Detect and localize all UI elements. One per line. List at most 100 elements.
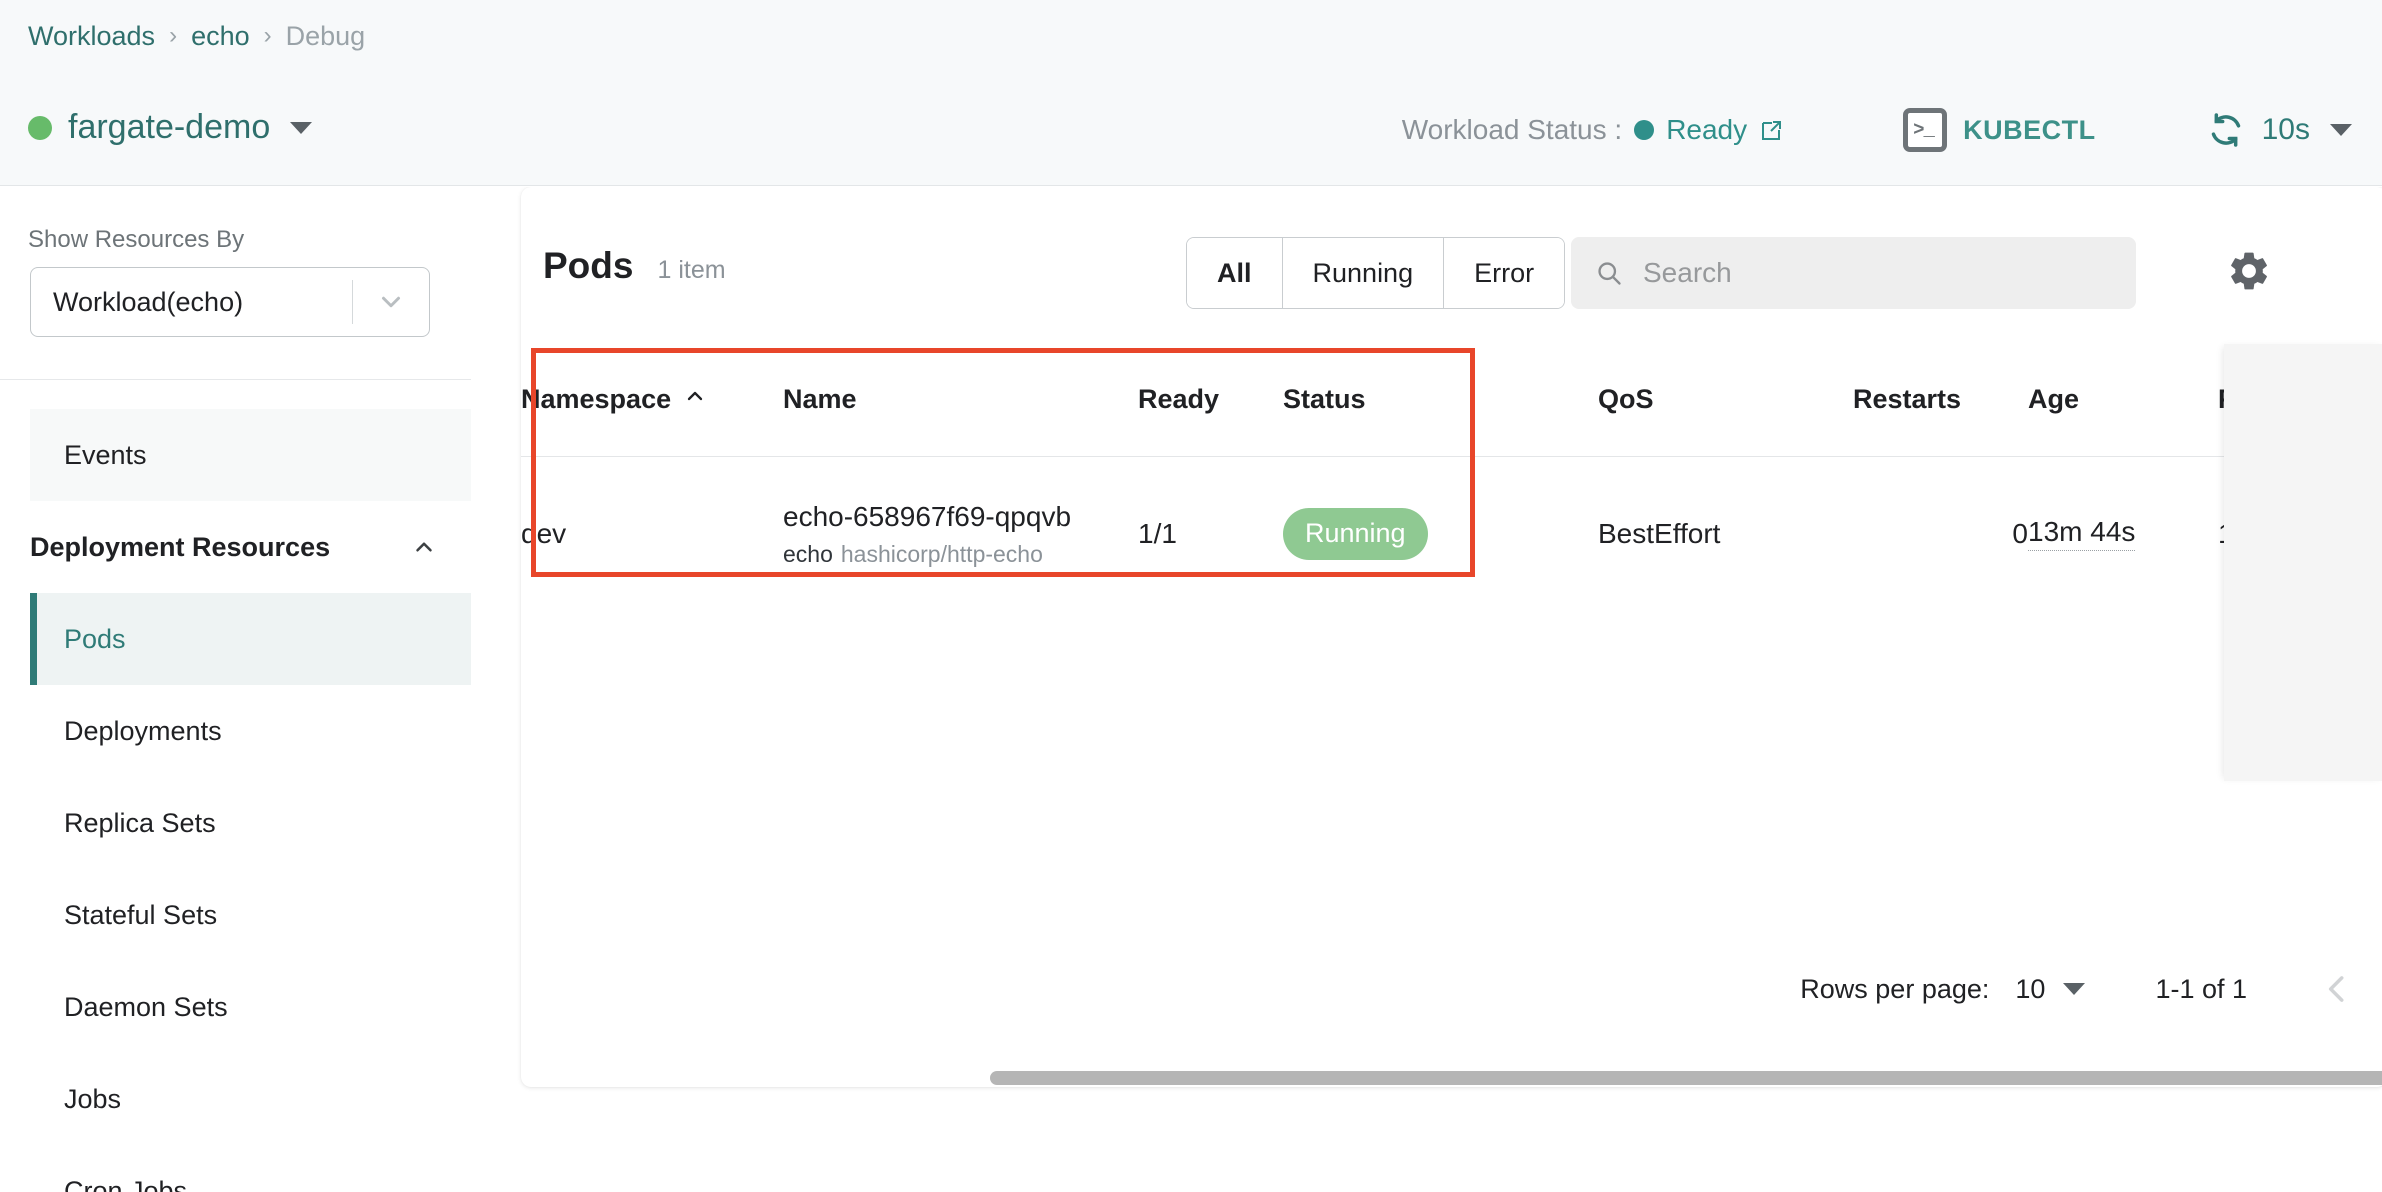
table-body: dev echo-658967f69-qpqvb echo hashicorp/h…	[521, 456, 2382, 611]
breadcrumb-item-workloads[interactable]: Workloads	[28, 21, 155, 52]
column-label: Namespace	[521, 384, 672, 415]
sidebar-item-label: Events	[64, 439, 147, 470]
breadcrumb-item-echo[interactable]: echo	[191, 21, 250, 52]
search-box[interactable]	[1571, 237, 2136, 309]
workload-status-dot-icon	[1634, 120, 1655, 140]
cluster-status-dot-icon	[28, 115, 52, 140]
horizontal-scrollbar-thumb[interactable]	[990, 1071, 2382, 1085]
sidebar-divider	[0, 379, 471, 380]
table-settings-button[interactable]	[2221, 243, 2277, 299]
page-title: Pods	[543, 245, 634, 286]
resource-scope-select[interactable]: Workload(echo)	[30, 267, 430, 337]
cluster-selector[interactable]: fargate-demo	[28, 108, 313, 147]
column-header-namespace[interactable]: Namespace	[521, 344, 783, 457]
table-header-row: Namespace Name Ready Status QoS Restarts…	[521, 344, 2382, 457]
column-header-pod-ip[interactable]: Pod IP	[2218, 344, 2382, 457]
chevron-down-icon[interactable]	[2063, 983, 2086, 995]
chevron-down-icon[interactable]	[353, 287, 429, 317]
sidebar-section-label: Deployment Resources	[30, 531, 331, 562]
search-input[interactable]	[1643, 257, 2136, 289]
breadcrumb-item-debug: Debug	[285, 21, 366, 51]
cluster-name-label: fargate-demo	[68, 108, 271, 146]
sidebar-item-stateful-sets[interactable]: Stateful Sets	[30, 869, 471, 961]
resource-scope-value: Workload(echo)	[53, 286, 244, 317]
kubectl-button[interactable]: KUBECTL	[1903, 108, 2096, 152]
table-head: Namespace Name Ready Status QoS Restarts…	[521, 344, 2382, 457]
search-icon	[1595, 259, 1623, 287]
pagination-bar: Rows per page: 10 1-1 of 1	[521, 934, 2382, 1044]
sidebar-item-label: Pods	[64, 623, 126, 654]
sidebar-item-daemon-sets[interactable]: Daemon Sets	[30, 961, 471, 1053]
pods-table-scroll[interactable]: Namespace Name Ready Status QoS Restarts…	[521, 344, 2382, 934]
filter-error-button[interactable]: Error	[1444, 238, 1565, 308]
breadcrumb: Workloads › echo › Debug	[28, 21, 365, 52]
column-header-qos[interactable]: QoS	[1598, 344, 1853, 457]
sidebar-item-jobs[interactable]: Jobs	[30, 1053, 471, 1145]
column-header-age[interactable]: Age	[2028, 344, 2218, 457]
cell-age: 13m 44s	[2028, 456, 2218, 611]
header-actions: Workload Status : Ready KUBECTL	[1402, 108, 2352, 152]
rows-per-page-label: Rows per page:	[1800, 973, 1990, 1004]
cell-name: echo-658967f69-qpqvb echo hashicorp/http-…	[783, 456, 1138, 611]
refresh-icon[interactable]	[2206, 110, 2246, 150]
column-header-status[interactable]: Status	[1283, 344, 1598, 457]
sidebar-item-label: Jobs	[64, 1083, 122, 1114]
sidebar-item-deployments[interactable]: Deployments	[30, 685, 471, 777]
pods-panel: Pods 1 item All Running Error Search Nam…	[521, 187, 2382, 1087]
sidebar-item-cron-jobs[interactable]: Cron Jobs	[30, 1145, 471, 1192]
age-value[interactable]: 13m 44s	[2028, 516, 2136, 552]
chevron-right-icon: ›	[263, 21, 272, 49]
panel-title-group: Pods 1 item	[543, 245, 726, 287]
refresh-interval-value: 10s	[2261, 113, 2310, 146]
workload-status-label: Workload Status :	[1401, 114, 1623, 145]
pods-table: Namespace Name Ready Status QoS Restarts…	[521, 344, 2382, 611]
top-bar: Workloads › echo › Debug fargate-demo Wo…	[0, 0, 2382, 186]
chevron-down-icon[interactable]	[290, 121, 313, 134]
cell-pod-ip: 192.168.1	[2218, 456, 2382, 611]
container-name-label: echo	[783, 540, 833, 567]
sidebar-item-label: Replica Sets	[64, 807, 216, 838]
sidebar-item-pods[interactable]: Pods	[30, 593, 471, 685]
column-header-restarts[interactable]: Restarts	[1853, 344, 2028, 457]
sidebar-nav: Events Deployment Resources Pods Deploym…	[30, 409, 471, 1192]
pod-container-info: echo hashicorp/http-echo	[783, 541, 1138, 569]
rows-per-page-value: 10	[2015, 973, 2046, 1004]
pagination-range-label: 1-1 of 1	[2155, 973, 2247, 1004]
previous-page-button[interactable]	[2317, 969, 2357, 1009]
refresh-interval-selector[interactable]: 10s	[2206, 110, 2352, 150]
cell-status: Running	[1283, 456, 1598, 611]
container-image-label: hashicorp/http-echo	[840, 540, 1043, 567]
sidebar-item-label: Daemon Sets	[64, 991, 228, 1022]
chevron-up-icon[interactable]	[411, 534, 437, 560]
sidebar-item-label: Stateful Sets	[64, 899, 218, 930]
column-header-ready[interactable]: Ready	[1138, 344, 1283, 457]
sidebar-item-label: Cron Jobs	[64, 1175, 188, 1192]
rows-per-page-select[interactable]: 10	[2015, 973, 2086, 1005]
item-count-label: 1 item	[657, 256, 726, 284]
chevron-right-icon: ›	[169, 21, 178, 49]
filter-running-button[interactable]: Running	[1282, 238, 1445, 308]
cell-ready: 1/1	[1138, 456, 1283, 611]
workload-status: Workload Status : Ready	[1402, 114, 1783, 146]
external-link-icon[interactable]	[1759, 118, 1783, 142]
terminal-icon	[1903, 108, 1948, 152]
table-row[interactable]: dev echo-658967f69-qpqvb echo hashicorp/h…	[521, 456, 2382, 611]
sidebar: Show Resources By Workload(echo) Events …	[0, 187, 471, 1192]
cell-namespace: dev	[521, 456, 783, 611]
show-resources-by-label: Show Resources By	[28, 226, 245, 253]
sidebar-item-label: Deployments	[64, 715, 222, 746]
workload-status-value: Ready	[1666, 114, 1748, 145]
panel-header: Pods 1 item All Running Error	[521, 187, 2382, 344]
cell-qos: BestEffort	[1598, 456, 1853, 611]
sidebar-section-deployment-resources[interactable]: Deployment Resources	[30, 501, 471, 593]
pod-name-label: echo-658967f69-qpqvb	[783, 500, 1072, 532]
cell-restarts: 0	[1853, 456, 2028, 611]
status-badge: Running	[1283, 507, 1428, 560]
sort-ascending-icon	[683, 384, 707, 415]
chevron-down-icon[interactable]	[2330, 124, 2352, 136]
sidebar-item-replica-sets[interactable]: Replica Sets	[30, 777, 471, 869]
column-header-name[interactable]: Name	[783, 344, 1138, 457]
kubectl-label: KUBECTL	[1963, 114, 2096, 145]
filter-all-button[interactable]: All	[1187, 238, 1283, 308]
sidebar-item-events[interactable]: Events	[30, 409, 471, 501]
